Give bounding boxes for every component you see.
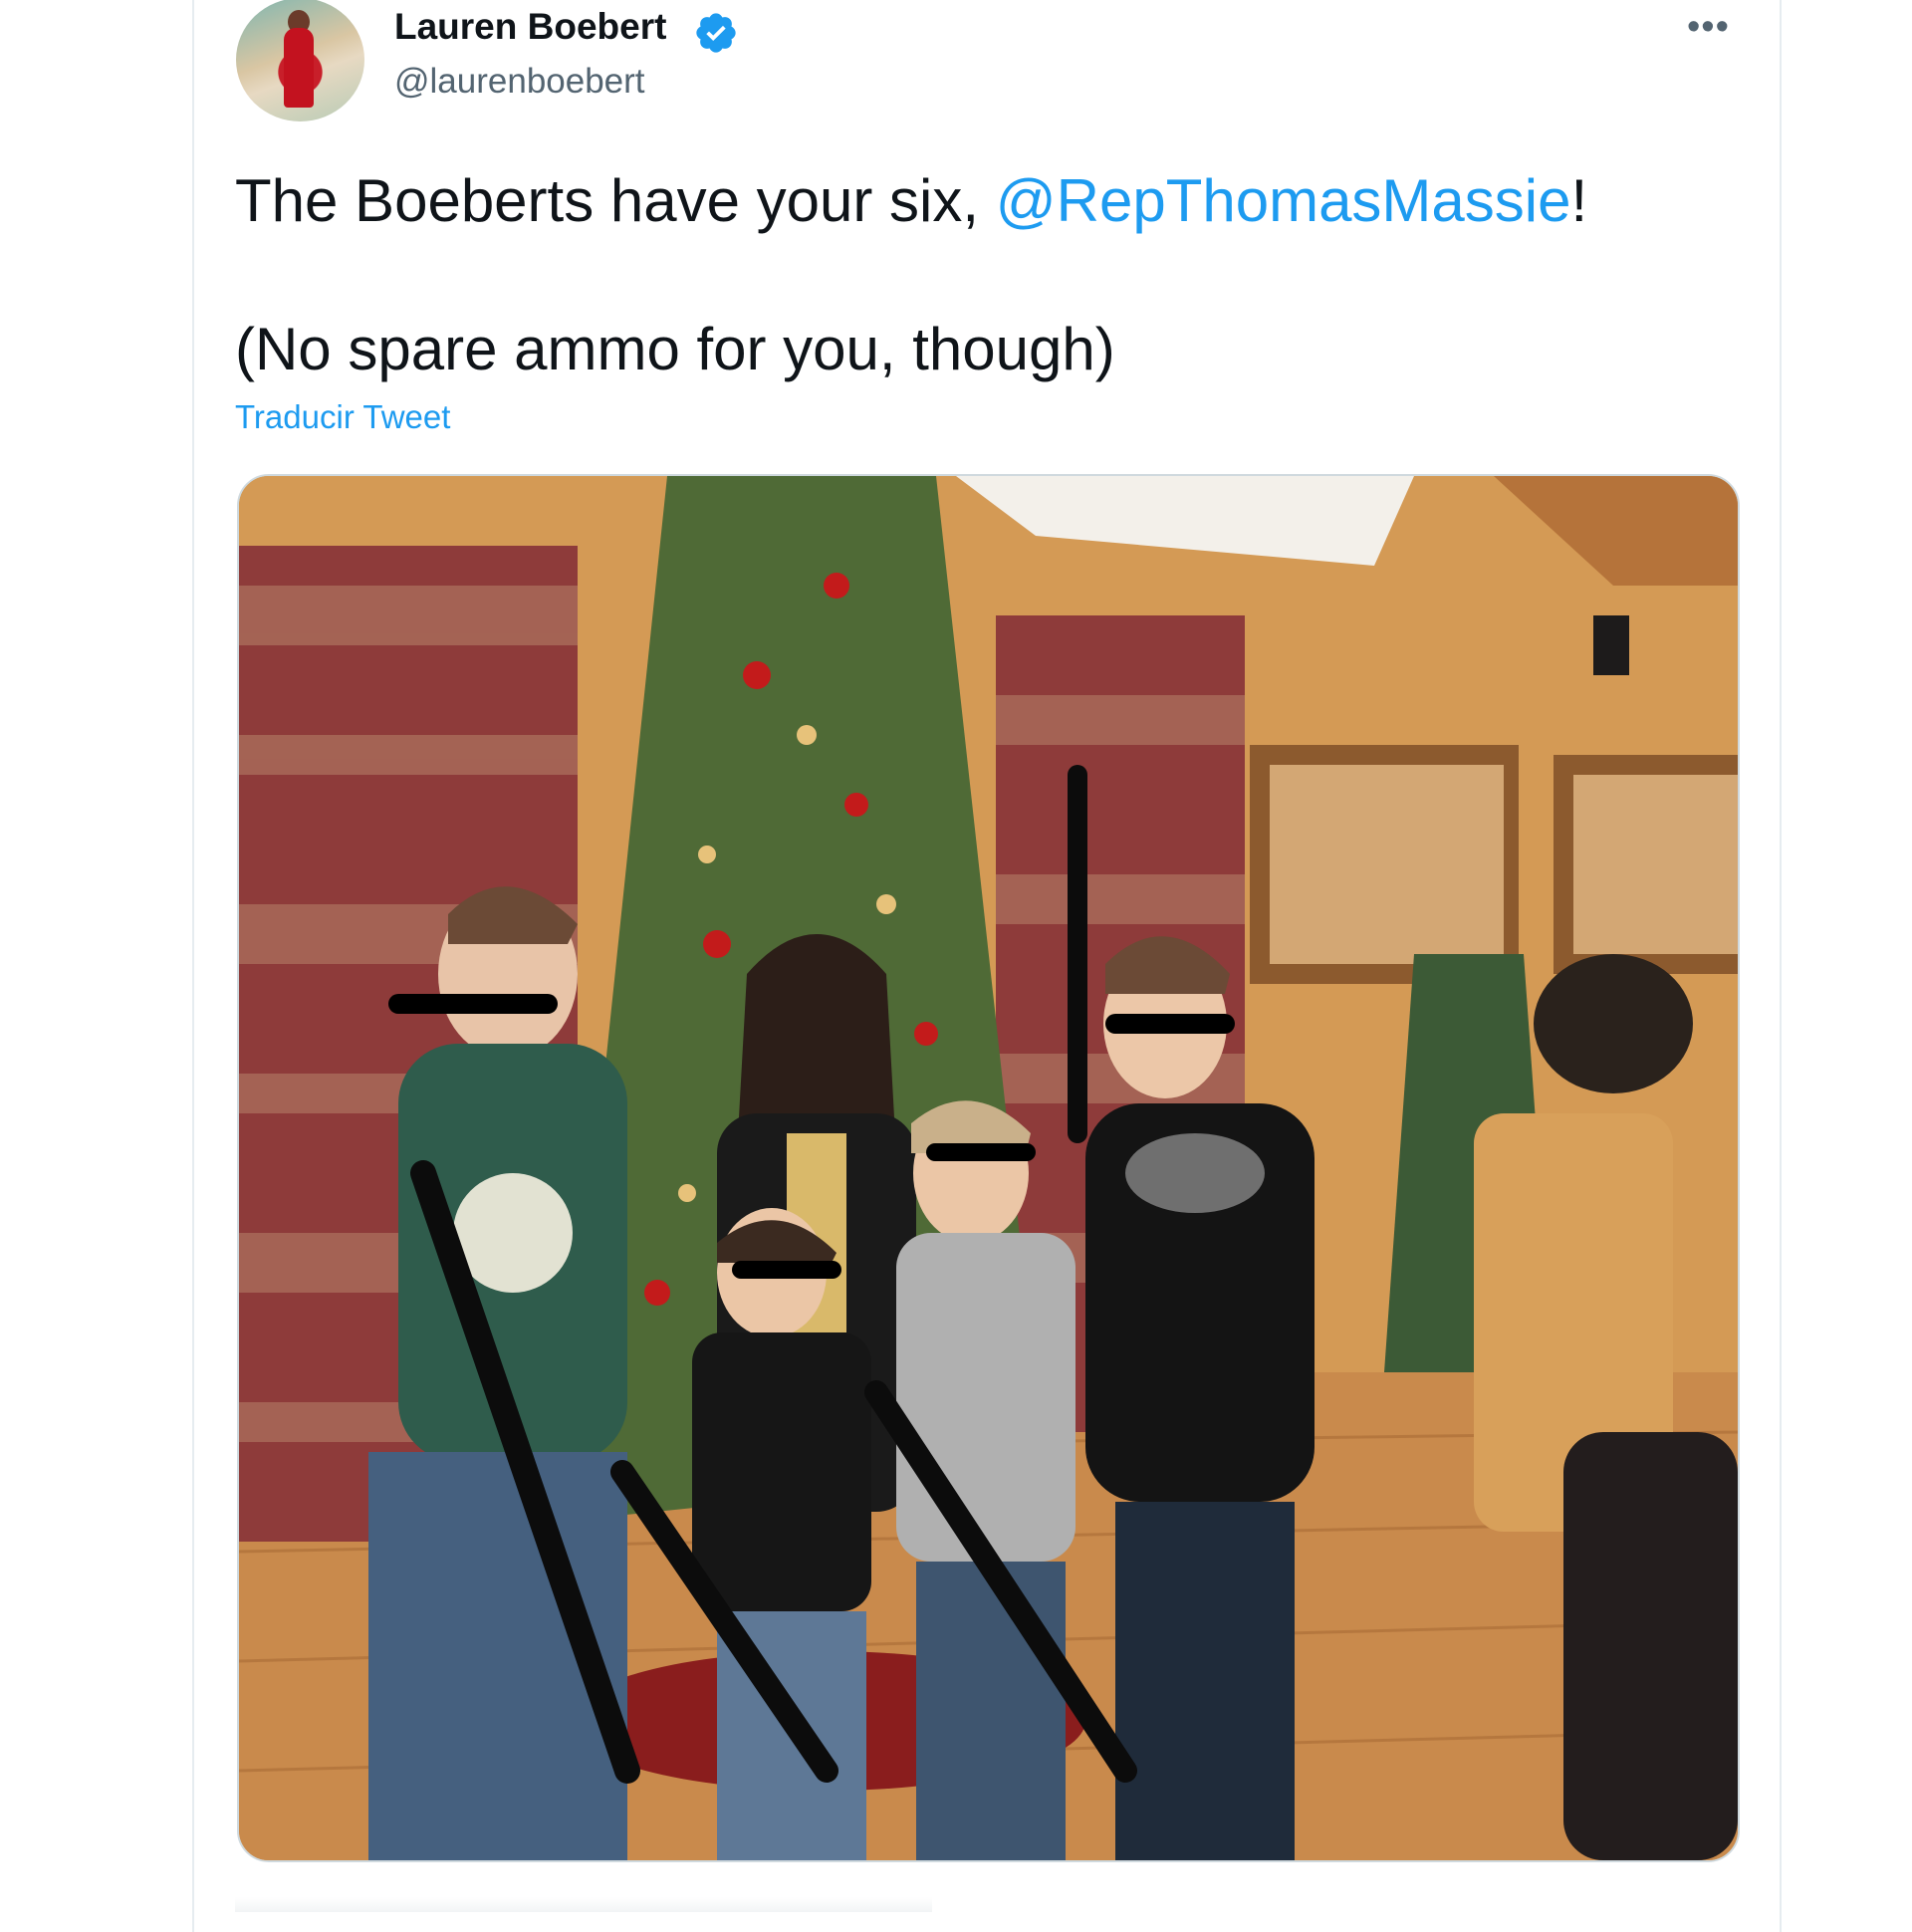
tweet-text-line-1: The Boeberts have your six, @RepThomasMa… bbox=[235, 166, 1587, 235]
translate-tweet-link[interactable]: Traducir Tweet bbox=[235, 398, 450, 436]
tweet-photo[interactable] bbox=[237, 474, 1740, 1862]
more-options-icon[interactable]: ••• bbox=[1687, 6, 1730, 49]
author-handle[interactable]: @laurenboebert bbox=[394, 62, 645, 102]
avatar-figure-shape bbox=[284, 28, 314, 108]
timestamp-fade bbox=[235, 1897, 932, 1912]
tweet-text-line-2: (No spare ammo for you, though) bbox=[235, 316, 1115, 382]
verified-badge-icon bbox=[696, 13, 736, 53]
avatar[interactable] bbox=[236, 0, 364, 121]
tweet-text-prefix: The Boeberts have your six, bbox=[235, 167, 996, 234]
mention-link[interactable]: @RepThomasMassie bbox=[996, 167, 1571, 234]
tweet-text-suffix: ! bbox=[1570, 167, 1588, 234]
author-name[interactable]: Lauren Boebert bbox=[394, 6, 666, 48]
photo-illustration bbox=[239, 476, 1738, 1860]
